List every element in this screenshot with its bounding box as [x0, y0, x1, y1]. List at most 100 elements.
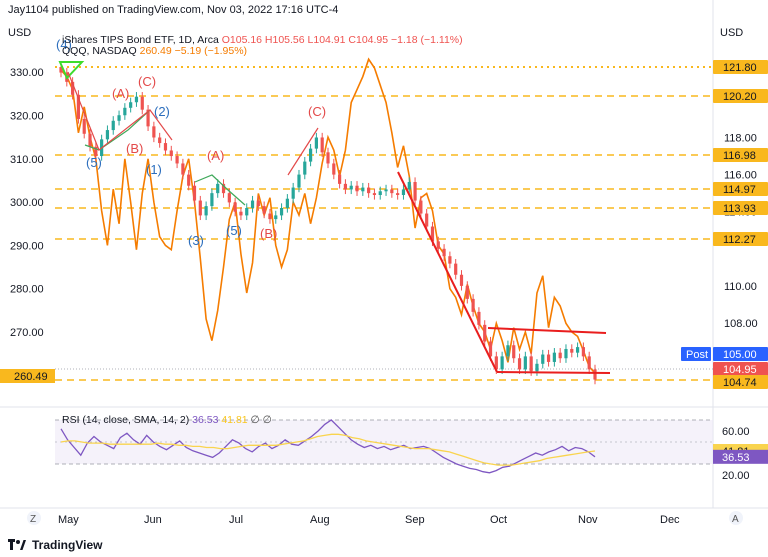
candle-body [558, 352, 562, 359]
wave-label-red: (A) [207, 148, 224, 163]
candle-body [401, 189, 406, 195]
time-axis-label: Sep [405, 514, 425, 526]
rsi-legend: RSI (14, close, SMA, 14, 2) 36.53 41.81 … [62, 414, 272, 426]
wave-path-line [287, 127, 319, 176]
tradingview-logo-icon [8, 539, 26, 550]
candle-body [233, 202, 237, 212]
candle-body [349, 185, 353, 190]
candle-body [332, 163, 336, 175]
candle-body [262, 206, 266, 214]
wave-channel-line [194, 174, 246, 206]
left-tick-label: 330.00 [10, 67, 44, 79]
candle-body [459, 274, 464, 286]
wave-label-blue: (5) [86, 155, 102, 170]
candle-body [216, 183, 220, 194]
candle-body [326, 152, 330, 164]
candle-body [338, 174, 342, 184]
candle-body [581, 347, 585, 357]
candle-body [343, 183, 348, 190]
candle-body [465, 285, 469, 299]
chart-canvas[interactable]: USD USD 330.00 320.00 310.00 300.00 290.00 280.… [0, 0, 768, 557]
price-label: 104.74 [723, 377, 757, 389]
rsi-tick-label: 60.00 [722, 426, 750, 438]
candle-body [564, 348, 568, 359]
main-series-ohlc: O105.16 H105.56 L104.91 C104.95 −1.18 (−… [221, 34, 463, 46]
right-tick-label: 118.00 [724, 132, 757, 144]
candle-body [546, 354, 551, 362]
right-tick-label: 108.00 [724, 318, 758, 330]
left-tick-label: 270.00 [10, 327, 44, 339]
wave-label-blue: (3) [188, 233, 204, 248]
qqq-legend: QQQ, NASDAQ 260.49 −5.19 (−1.95%) [62, 45, 247, 57]
price-label: 112.27 [723, 234, 756, 246]
candle-body [413, 182, 417, 201]
candle-body [227, 193, 231, 203]
candle-body [384, 189, 388, 192]
price-label: 104.95 [723, 364, 757, 376]
time-axis-label: Nov [578, 514, 598, 526]
candle-body [488, 341, 493, 357]
candle-body [129, 102, 133, 108]
wave-label-blue: (5) [226, 223, 242, 238]
candle-body [169, 150, 173, 157]
candle-body [535, 363, 539, 372]
candle-body [552, 352, 556, 362]
left-tick-label: 300.00 [10, 197, 44, 209]
left-tick-label: 320.00 [10, 111, 44, 123]
rsi-title: RSI (14, close, SMA, 14, 2) [62, 414, 190, 426]
candle-body [355, 185, 359, 192]
qqq-values: 260.49 −5.19 (−1.95%) [139, 45, 248, 57]
candle-body [279, 207, 284, 216]
downtrend-line [397, 171, 498, 373]
time-axis-label: Jun [144, 514, 162, 526]
left-tick-label: 310.00 [10, 154, 44, 166]
candle-body [541, 354, 545, 364]
candle-body [483, 324, 487, 342]
candle-body [587, 356, 591, 370]
candle-body [297, 174, 301, 188]
rsi-value: 36.53 [192, 414, 219, 426]
range-bottom-line [496, 371, 611, 374]
candle-body [471, 298, 475, 312]
wave-label-red: (A) [112, 86, 129, 101]
candle-body [448, 256, 452, 264]
candle-body [367, 187, 371, 194]
candle-body [320, 137, 324, 153]
wave-triangle [58, 61, 85, 80]
candle-body [123, 107, 127, 116]
time-axis-label: May [58, 514, 79, 526]
candle-body [529, 356, 533, 372]
candle-body [134, 96, 139, 103]
candle-body [477, 311, 481, 325]
candle-body [285, 198, 289, 208]
candle-body [256, 200, 260, 207]
candle-body [158, 137, 162, 144]
candle-body [308, 148, 313, 162]
price-label: 120.20 [723, 91, 757, 103]
time-axis-label: Oct [490, 514, 507, 526]
candle-body [274, 215, 278, 220]
candle-body [175, 156, 179, 164]
candle-body [442, 248, 446, 257]
candle-body [512, 345, 516, 359]
candle-body [372, 193, 377, 195]
wave-label-red: (C) [308, 104, 326, 119]
candle-body [192, 185, 197, 201]
auto-scale-button-label: A [732, 514, 739, 525]
candle-body [390, 189, 394, 194]
candle-body [407, 182, 411, 190]
timezone-button-label: Z [30, 514, 36, 525]
wave-label-blue: (2) [154, 104, 170, 119]
candle-body [314, 137, 318, 149]
footer-brand: TradingView [32, 538, 103, 552]
right-axis-unit: USD [720, 27, 743, 39]
candle-body [436, 241, 440, 249]
time-axis-label: Aug [310, 514, 330, 526]
candle-body [88, 133, 92, 147]
candle-body [198, 200, 202, 216]
qqq-last-label: 260.49 [14, 371, 48, 383]
candle-body [396, 193, 400, 195]
price-label: 105.00 [723, 349, 757, 361]
rsi-sma-value: 41.81 [221, 414, 248, 426]
candle-body [517, 358, 522, 370]
